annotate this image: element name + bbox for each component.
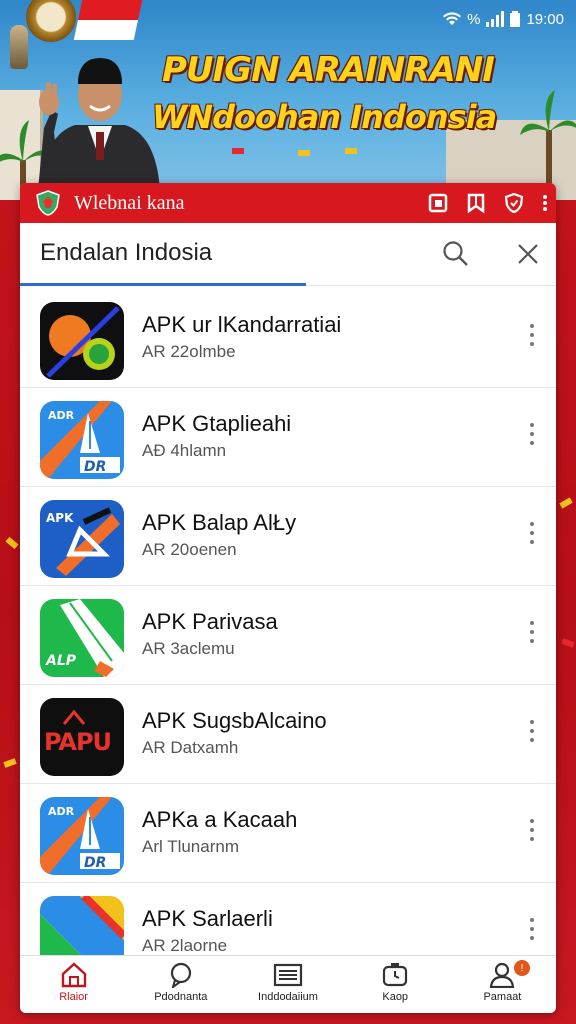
- list-item[interactable]: ALP APK Parivasa AR 3aclemu: [20, 585, 556, 685]
- app-window: Wlebnai kana Endalan Indosia APK ur lKan…: [20, 183, 556, 1013]
- bookmark-icon[interactable]: [466, 193, 486, 213]
- confetti: [298, 150, 310, 156]
- black-papu-icon: PAPU: [40, 698, 124, 776]
- bottom-navigation: Rlaior Pdodnanta Inddodaiium Kaop ! Pama…: [20, 955, 556, 1013]
- more-options-icon[interactable]: [526, 819, 538, 847]
- list-item[interactable]: PAPU APK SugsbAlcaino AR Datxamh: [20, 684, 556, 784]
- banner-title: PUIGN ARAINRANI: [162, 50, 495, 90]
- nav-label: Rlaior: [59, 991, 88, 1003]
- search-focus-underline: [20, 283, 306, 286]
- dark-orange-circle-icon: [40, 302, 124, 380]
- list-item[interactable]: DR ADR APKa a Kacaah Arl Tlunarnm: [20, 783, 556, 883]
- app-name: APK SugsbAlcaino: [142, 708, 327, 733]
- list-item[interactable]: DR ADR APK Gtaplieahi AÐ 4hlamn: [20, 387, 556, 487]
- close-icon[interactable]: [516, 242, 540, 266]
- profile-icon: [490, 962, 515, 988]
- icon-text: ALP: [45, 653, 77, 669]
- nav-item-kaop[interactable]: Kaop: [342, 956, 449, 1013]
- nav-item-home[interactable]: Rlaior: [20, 956, 127, 1013]
- app-subtitle: AÐ 4hlamn: [142, 441, 227, 460]
- flag-icon: [73, 0, 143, 40]
- battery-icon: [510, 11, 521, 27]
- app-subtitle: AR 20oenen: [142, 540, 237, 559]
- official-portrait: [38, 58, 160, 190]
- nav-label: Inddodaiium: [258, 991, 318, 1003]
- chat-icon: [170, 962, 191, 988]
- nav-label: Pdodnanta: [154, 991, 208, 1003]
- app-name: APK Gtaplieahi: [142, 411, 292, 436]
- nav-label: Kaop: [382, 991, 409, 1003]
- nav-label: Pamaat: [483, 991, 522, 1003]
- more-options-icon[interactable]: [526, 423, 538, 451]
- app-subtitle: AR 2laorne: [142, 936, 228, 955]
- more-options-icon[interactable]: [526, 522, 538, 550]
- app-subtitle: AR 22olmbe: [142, 342, 236, 361]
- more-options-icon[interactable]: [526, 918, 538, 946]
- blue-pen-icon: DR ADR: [40, 797, 124, 875]
- app-name: APK Balap AlŁy: [142, 510, 297, 535]
- blue-rocket-icon: APK: [40, 500, 124, 578]
- app-logo-icon: [36, 190, 60, 216]
- app-bar: Wlebnai kana: [20, 183, 556, 223]
- search-bar: [20, 223, 556, 286]
- nav-item-profile[interactable]: ! Pamaat: [449, 956, 556, 1013]
- nav-item-chat[interactable]: Pdodnanta: [127, 956, 234, 1013]
- status-time: 19:00: [526, 10, 564, 28]
- signal-icon: [486, 11, 505, 27]
- icon-text: ADR: [48, 409, 75, 422]
- search-input[interactable]: [40, 237, 420, 269]
- green-brush-icon: ALP: [40, 599, 124, 677]
- icon-text: ADR: [48, 805, 75, 818]
- notification-badge: !: [514, 960, 531, 976]
- search-icon[interactable]: [442, 240, 470, 268]
- icon-text: DR: [84, 459, 106, 475]
- app-name: APK Parivasa: [142, 609, 278, 634]
- more-options-icon[interactable]: [526, 720, 538, 748]
- app-subtitle: AR 3aclemu: [142, 639, 235, 658]
- more-options-icon[interactable]: [526, 324, 538, 352]
- status-bar: % 19:00: [443, 8, 564, 30]
- lantern-icon: [10, 25, 28, 69]
- more-options-icon[interactable]: [526, 621, 538, 649]
- icon-text: PAPU: [44, 728, 111, 756]
- app-name: APKa a Kacaah: [142, 807, 298, 832]
- home-icon: [61, 962, 86, 988]
- battery-percent-label: %: [467, 10, 481, 28]
- app-title: Wlebnai kana: [74, 191, 185, 214]
- tab-window-icon[interactable]: [428, 193, 448, 213]
- confetti: [345, 148, 357, 154]
- icon-text: APK: [46, 511, 74, 525]
- nav-item-list[interactable]: Inddodaiium: [234, 956, 341, 1013]
- app-name: APK ur lKandarratiai: [142, 312, 342, 337]
- app-name: APK Sarlaerli: [142, 906, 273, 931]
- wifi-icon: [443, 12, 462, 25]
- confetti: [232, 148, 244, 154]
- app-subtitle: AR Datxamh: [142, 738, 239, 757]
- icon-text: DR: [84, 855, 106, 871]
- list-icon: [273, 963, 303, 987]
- overflow-menu-icon[interactable]: [542, 193, 548, 213]
- app-subtitle: Arl Tlunarnm: [142, 837, 239, 856]
- shield-icon[interactable]: [504, 193, 524, 213]
- list-item[interactable]: APK APK Balap AlŁy AR 20oenen: [20, 486, 556, 586]
- clock-bag-icon: [383, 963, 408, 987]
- list-item[interactable]: APK ur lKandarratiai AR 22olmbe: [20, 288, 556, 388]
- blue-pen-icon: DR ADR: [40, 401, 124, 479]
- banner-subtitle: WNdoohan Indonsia: [152, 98, 497, 136]
